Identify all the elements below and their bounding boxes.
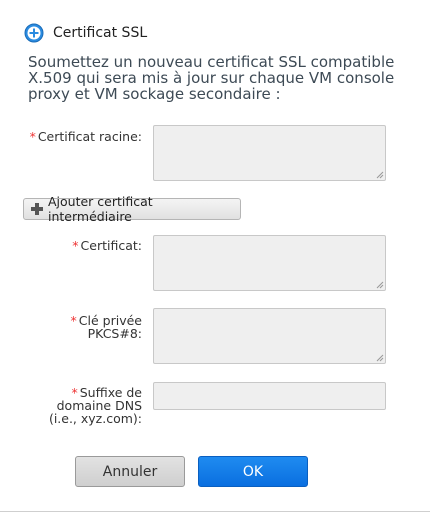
private-key-label: * Clé privée PKCS#8: bbox=[70, 313, 142, 341]
add-intermediate-certificate-button[interactable]: Ajouter certificat intermédiaire bbox=[23, 194, 241, 224]
dialog-title: Certificat SSL bbox=[53, 25, 148, 41]
required-marker: * bbox=[70, 313, 77, 328]
certificate-textarea[interactable] bbox=[153, 235, 386, 291]
ok-button[interactable]: OK bbox=[198, 456, 308, 487]
dialog-description: Soumettez un nouveau certificat SSL comp… bbox=[28, 53, 395, 103]
required-marker: * bbox=[72, 238, 79, 253]
ssl-certificate-dialog: Certificat SSL Soumettez un nouveau cert… bbox=[0, 0, 430, 514]
plus-icon bbox=[30, 202, 44, 216]
dns-suffix-input[interactable] bbox=[153, 382, 386, 410]
required-marker: * bbox=[29, 129, 36, 144]
resize-grip-icon[interactable] bbox=[376, 281, 384, 289]
dialog-header: Certificat SSL bbox=[24, 22, 147, 44]
cancel-button[interactable]: Annuler bbox=[75, 456, 185, 487]
resize-grip-icon[interactable] bbox=[376, 171, 384, 179]
add-intermediate-label: Ajouter certificat intermédiaire bbox=[48, 194, 153, 224]
add-circle-icon bbox=[24, 23, 44, 43]
private-key-textarea[interactable] bbox=[153, 308, 386, 364]
root-certificate-label: * Certificat racine: bbox=[29, 129, 142, 144]
root-certificate-textarea[interactable] bbox=[153, 125, 386, 181]
resize-grip-icon[interactable] bbox=[376, 354, 384, 362]
dialog-bottom-divider bbox=[0, 511, 430, 512]
dns-suffix-label: * Suffixe de domaine DNS (i.e., xyz.com): bbox=[48, 385, 142, 426]
certificate-label: * Certificat: bbox=[72, 238, 142, 253]
